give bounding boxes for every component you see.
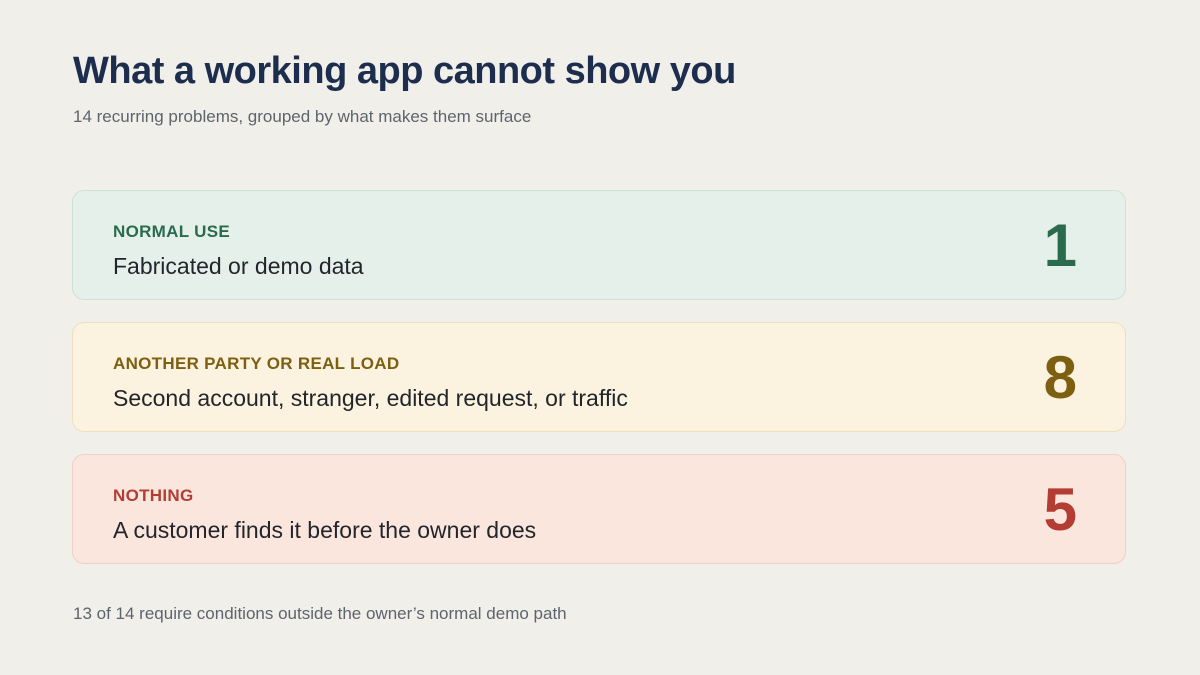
group-label: NOTHING	[113, 486, 194, 505]
group-card-another-party: ANOTHER PARTY OR REAL LOAD Second accoun…	[72, 322, 1126, 432]
group-label: NORMAL USE	[113, 222, 230, 241]
group-label: ANOTHER PARTY OR REAL LOAD	[113, 354, 400, 373]
group-card-normal-use: NORMAL USE Fabricated or demo data 1	[72, 190, 1126, 300]
group-count: 1	[1043, 212, 1077, 279]
group-description: Second account, stranger, edited request…	[113, 385, 628, 411]
group-count: 5	[1043, 476, 1077, 543]
page-title: What a working app cannot show you	[73, 50, 736, 92]
group-card-nothing: NOTHING A customer finds it before the o…	[72, 454, 1126, 564]
page-subtitle: 14 recurring problems, grouped by what m…	[73, 107, 532, 126]
footnote: 13 of 14 require conditions outside the …	[73, 604, 567, 623]
group-description: Fabricated or demo data	[113, 253, 364, 279]
group-description: A customer finds it before the owner doe…	[113, 517, 537, 543]
group-count: 8	[1043, 344, 1077, 411]
